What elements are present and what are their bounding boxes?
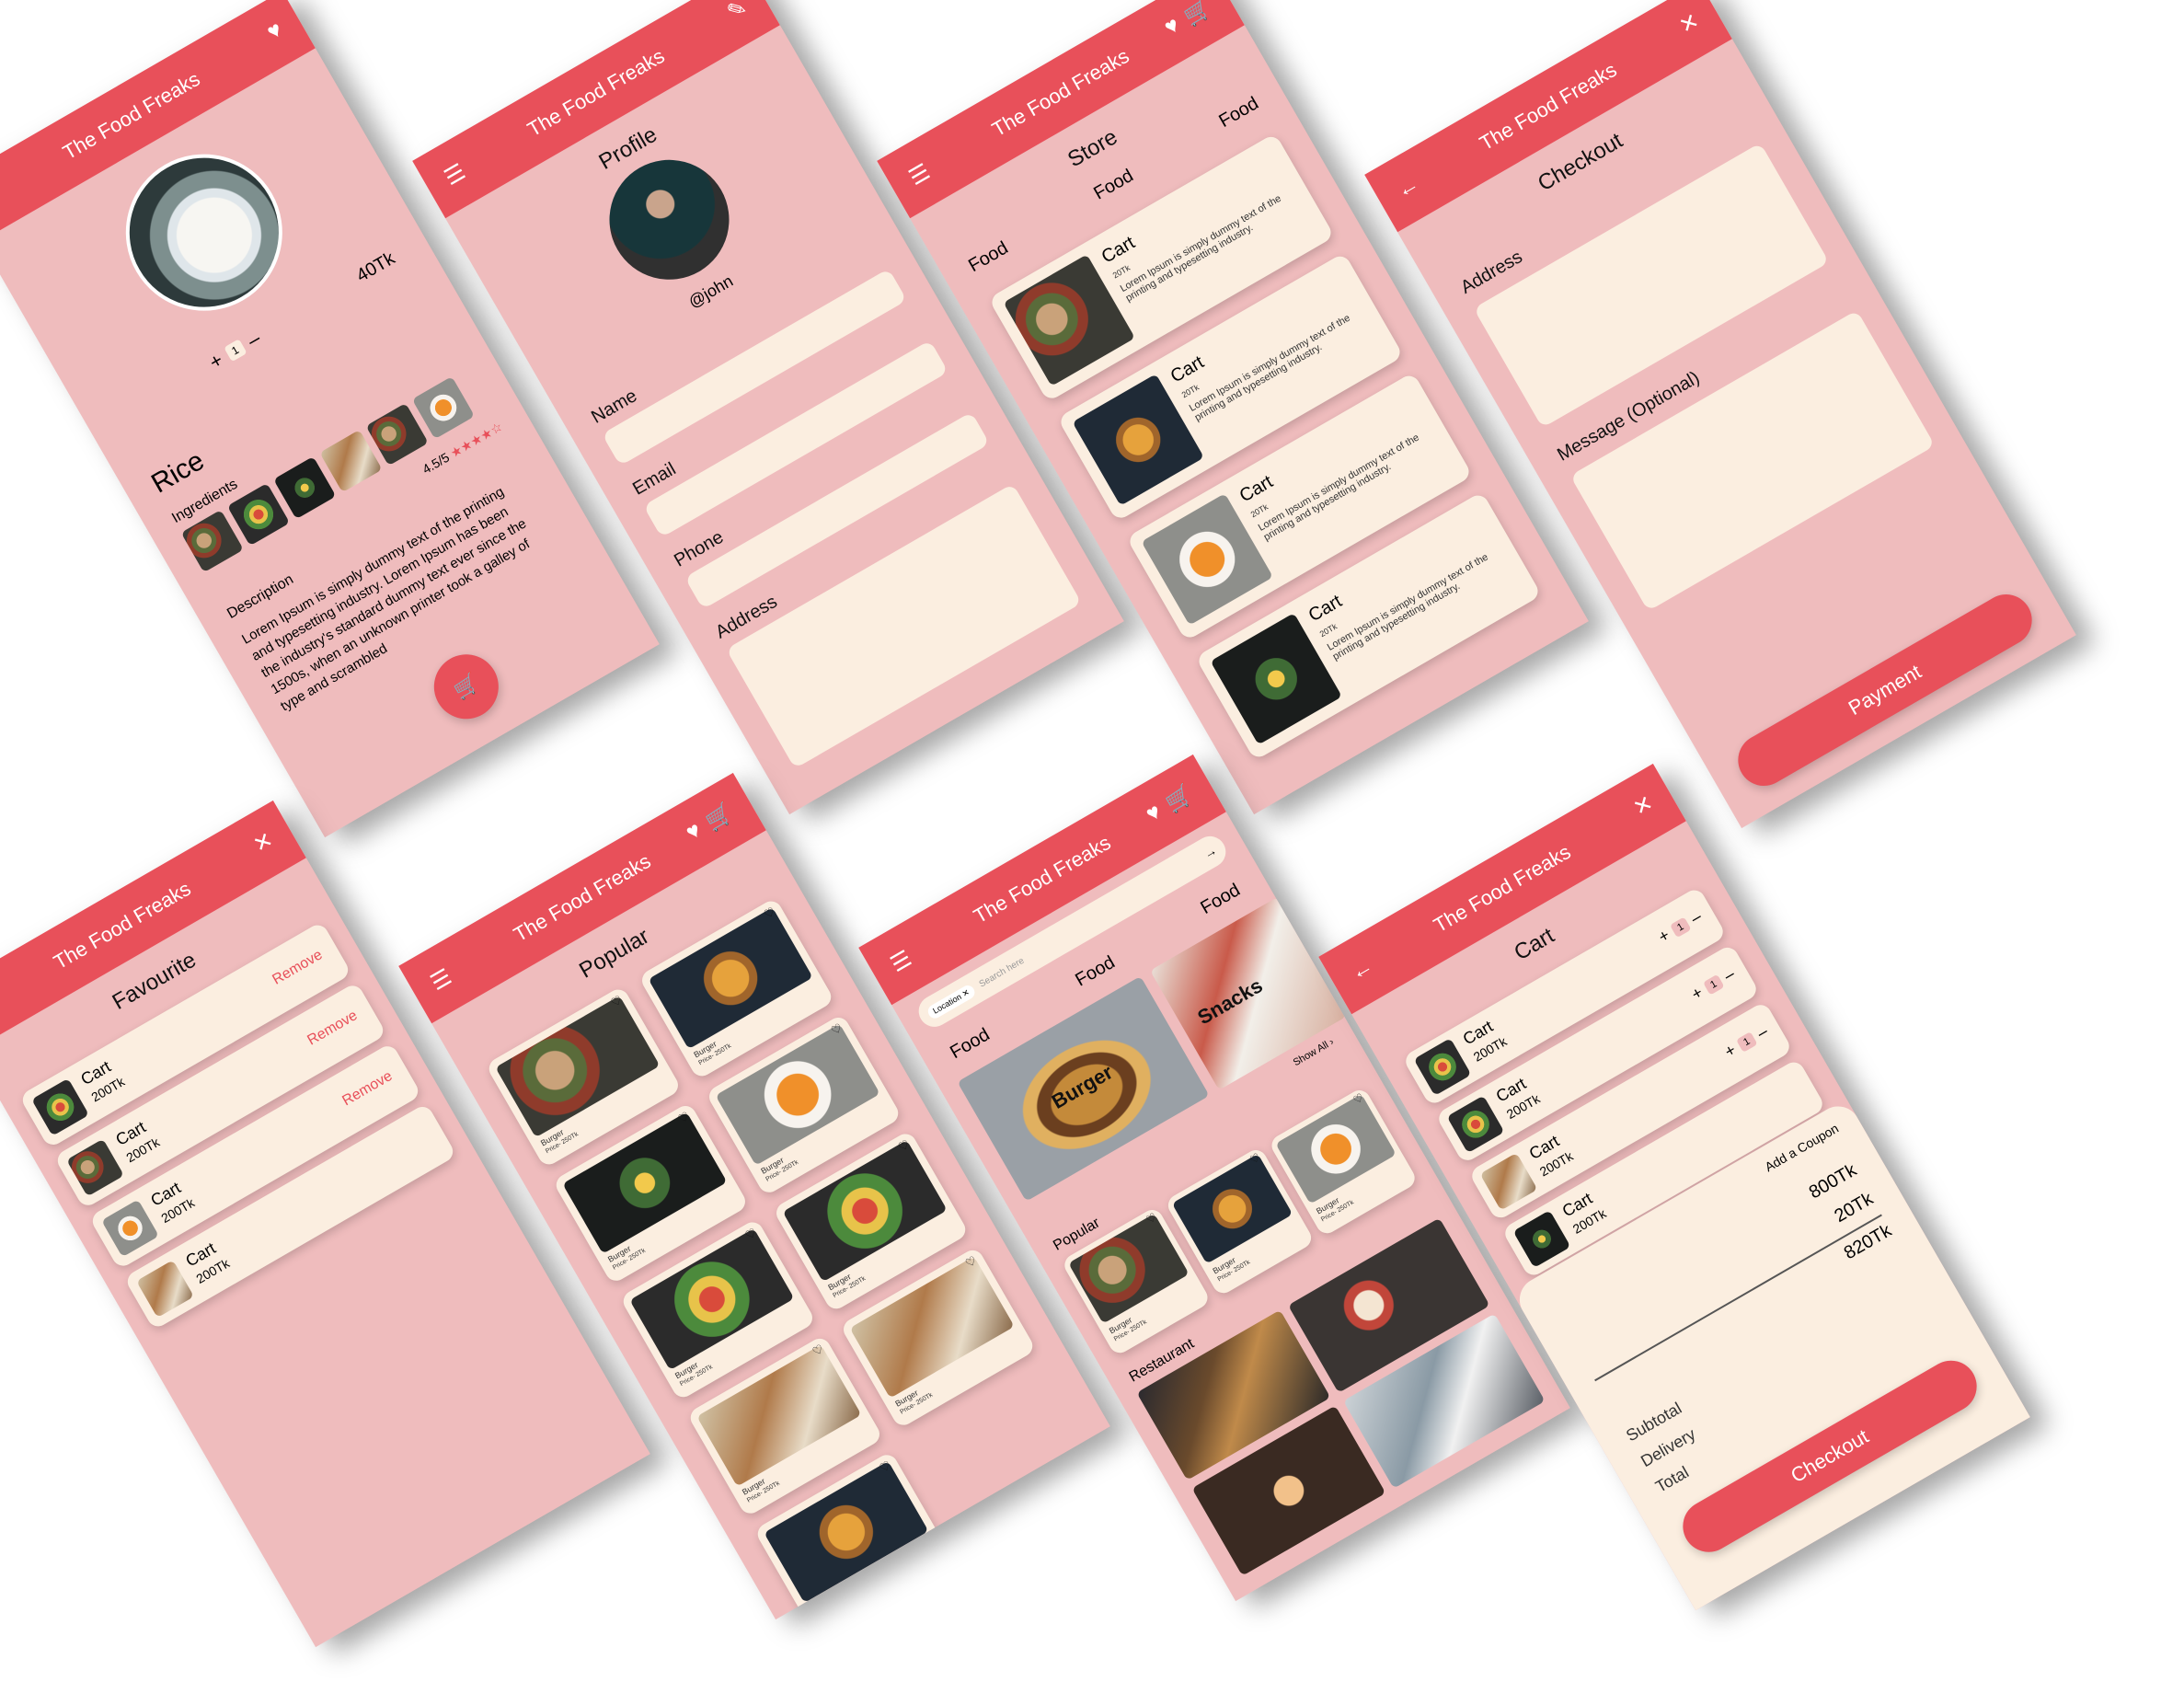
back-arrow-icon[interactable]: ←: [0, 180, 7, 213]
name-field[interactable]: [602, 268, 907, 467]
item-description: Lorem Ipsum is simply dummy text of the …: [1256, 432, 1421, 544]
total-label: Total: [1652, 1462, 1693, 1496]
shopping-cart-icon[interactable]: 🛒: [1179, 0, 1216, 30]
item-description: Lorem Ipsum is simply dummy text of the …: [1325, 551, 1490, 663]
item-image: [66, 1138, 124, 1197]
quantity-value: 1: [1702, 973, 1725, 996]
shopping-cart-icon[interactable]: 🛒: [701, 799, 738, 835]
plus-icon[interactable]: +: [205, 348, 227, 374]
heart-icon[interactable]: ♥: [1142, 799, 1167, 828]
item-price: 20Tk: [1179, 382, 1201, 400]
quantity-stepper[interactable]: + 1 –: [1655, 907, 1705, 948]
remove-button[interactable]: Remove: [270, 947, 326, 988]
heart-icon[interactable]: ♥: [1160, 12, 1185, 41]
quantity-value: 1: [224, 339, 247, 363]
item-name: Cart: [1236, 471, 1277, 507]
item-image: [1275, 1093, 1397, 1204]
minus-icon[interactable]: –: [1687, 907, 1705, 928]
mockup-scene: ← The Food Freaks ♥ + 1 – 40Tk Rice Ingr…: [0, 0, 2184, 1682]
minus-icon[interactable]: –: [1720, 964, 1738, 985]
heart-icon[interactable]: ♥: [262, 17, 286, 45]
remove-button[interactable]: Remove: [339, 1068, 396, 1110]
tab-food[interactable]: Food: [1072, 952, 1119, 992]
close-icon[interactable]: ✕: [1628, 789, 1658, 822]
item-image: [136, 1260, 194, 1319]
close-icon[interactable]: ✕: [960, 987, 971, 998]
category-label: Snacks: [1193, 973, 1267, 1030]
summary-divider: [1594, 1214, 1882, 1382]
product-image: [97, 125, 311, 340]
item-image: [1171, 1153, 1293, 1264]
heart-icon[interactable]: ♥: [682, 817, 707, 847]
tab-food[interactable]: Food: [1215, 93, 1262, 132]
hamburger-menu-icon[interactable]: ☰: [426, 963, 456, 997]
item-name: Cart: [1305, 591, 1346, 627]
shopping-cart-icon: 🛒: [449, 670, 483, 703]
close-icon[interactable]: ✕: [1674, 7, 1704, 40]
minus-icon[interactable]: –: [243, 327, 265, 353]
hamburger-menu-icon[interactable]: ☰: [440, 158, 470, 191]
checkout-button[interactable]: Checkout: [1673, 1351, 1986, 1561]
hamburger-menu-icon[interactable]: ☰: [904, 158, 935, 191]
chevron-right-icon: ›: [1327, 1036, 1337, 1048]
item-price: Price- 250Tk: [813, 1596, 848, 1620]
quantity-stepper[interactable]: + 1 –: [1721, 1021, 1771, 1062]
quantity-stepper[interactable]: + 1 –: [1688, 964, 1738, 1005]
back-arrow-icon[interactable]: ←: [1346, 953, 1378, 986]
plus-icon[interactable]: +: [1721, 1041, 1740, 1062]
quantity-stepper[interactable]: + 1 –: [205, 327, 265, 374]
item-price: 20Tk: [1110, 262, 1132, 281]
tab-food[interactable]: Food: [947, 1024, 994, 1064]
plus-icon[interactable]: +: [1688, 983, 1707, 1004]
item-image: [1479, 1152, 1538, 1211]
app-bar: ☰ The Food Freaks ✎: [412, 0, 780, 219]
screen-checkout: ← The Food Freaks ✕ Checkout Address Mes…: [1364, 0, 2076, 829]
item-image: [1446, 1095, 1505, 1154]
tab-food[interactable]: Food: [1090, 166, 1137, 205]
remove-button[interactable]: Remove: [305, 1008, 361, 1049]
item-image: [31, 1077, 89, 1136]
close-icon[interactable]: ✕: [248, 826, 278, 858]
summary-panel: Add a Coupon 800Tk 20Tk 820Tk Subtotal D…: [1512, 1098, 2030, 1611]
item-description: Lorem Ipsum is simply dummy text of the …: [1187, 312, 1352, 424]
back-arrow-icon[interactable]: ←: [1392, 171, 1424, 204]
arrow-right-icon[interactable]: →: [1201, 842, 1219, 861]
email-field[interactable]: [643, 340, 948, 538]
total-value: 820Tk: [1840, 1220, 1895, 1264]
item-price: 20Tk: [1248, 501, 1270, 520]
quantity-value: 1: [1669, 916, 1692, 938]
item-image: [101, 1199, 159, 1258]
quantity-value: 1: [1735, 1031, 1758, 1053]
item-name: Cart: [1098, 232, 1139, 268]
payment-button[interactable]: Payment: [1729, 584, 2041, 796]
tab-food[interactable]: Food: [1197, 880, 1244, 919]
tab-food[interactable]: Food: [965, 237, 1012, 277]
plus-icon[interactable]: +: [1655, 926, 1673, 947]
shopping-cart-icon[interactable]: 🛒: [1161, 780, 1198, 817]
category-card-burger[interactable]: Burger: [957, 975, 1210, 1202]
minus-icon[interactable]: –: [1753, 1021, 1771, 1043]
item-image: [1512, 1210, 1571, 1268]
category-label: Burger: [1047, 1060, 1117, 1113]
location-chip[interactable]: Location ✕: [925, 982, 977, 1020]
item-name: Cart: [1167, 351, 1208, 387]
product-name: Rice: [146, 445, 210, 500]
item-image: [1413, 1038, 1472, 1096]
product-price: 40Tk: [352, 248, 399, 287]
hamburger-menu-icon[interactable]: ☰: [886, 945, 916, 978]
app-title: The Food Freaks: [58, 66, 204, 165]
add-to-cart-fab[interactable]: 🛒: [422, 642, 511, 732]
item-price: 20Tk: [1317, 621, 1339, 639]
item-description: Lorem Ipsum is simply dummy text of the …: [1118, 192, 1283, 305]
edit-icon[interactable]: ✎: [722, 0, 752, 26]
